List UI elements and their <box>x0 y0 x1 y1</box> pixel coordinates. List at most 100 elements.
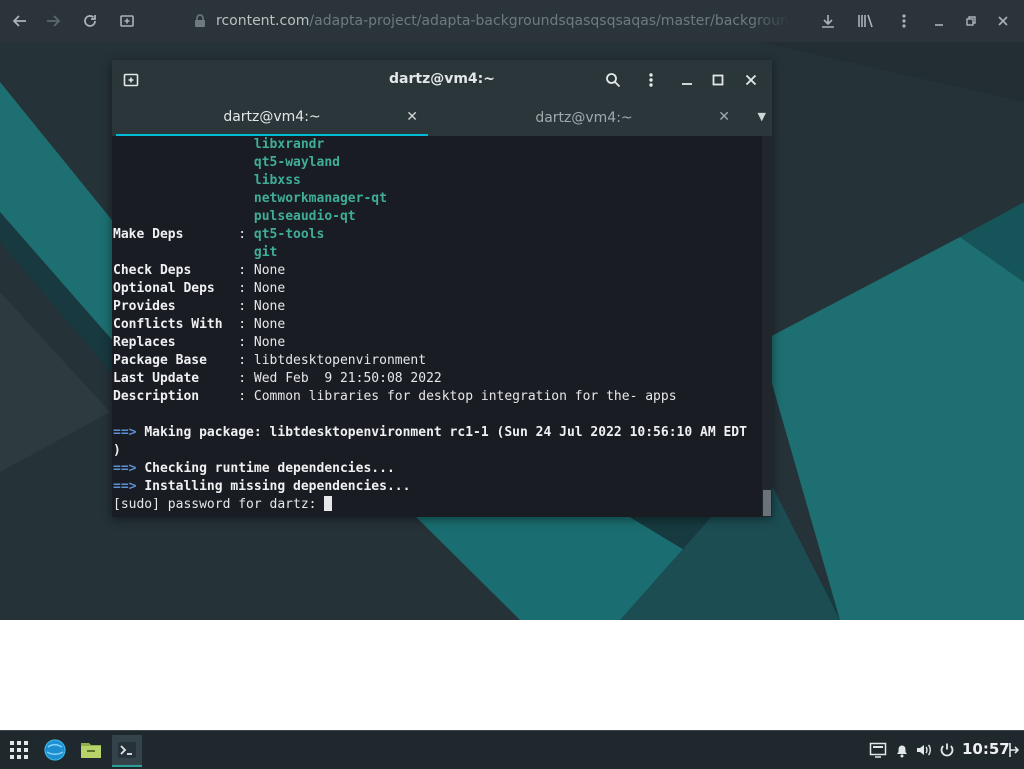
build-message: ==> Making package: libtdesktopenvironme… <box>113 424 747 442</box>
info-line: git <box>113 244 747 262</box>
reload-icon[interactable] <box>77 8 103 34</box>
info-line: Optional Deps : None <box>113 280 747 298</box>
lock-icon <box>192 8 208 34</box>
info-key <box>113 209 238 224</box>
url-bar[interactable]: rcontent.com/adapta-project/adapta-backg… <box>216 8 790 34</box>
library-icon[interactable] <box>853 8 879 34</box>
tab-list-dropdown-icon[interactable]: ▼ <box>758 110 766 123</box>
info-separator: : <box>238 281 254 296</box>
info-line: networkmanager-qt <box>113 190 747 208</box>
info-line: Package Base : libtdesktopenvironment <box>113 352 747 370</box>
info-separator <box>238 173 254 188</box>
build-message: ==> Checking runtime dependencies... <box>113 460 747 478</box>
info-value: None <box>253 317 286 332</box>
info-separator <box>238 209 254 224</box>
info-value: libxrandr <box>253 137 325 152</box>
back-arrow-icon[interactable] <box>7 8 33 34</box>
message-text: ) <box>113 443 121 458</box>
message-arrow: ==> <box>113 479 137 494</box>
info-separator: : <box>238 335 254 350</box>
info-value: None <box>253 281 286 296</box>
message-arrow: ==> <box>113 425 137 440</box>
build-message: ) <box>113 442 747 460</box>
tab-1-label: dartz@vm4:~ <box>223 109 321 125</box>
file-manager-launcher[interactable] <box>76 735 106 765</box>
info-key <box>113 155 238 170</box>
browser-launcher[interactable] <box>40 735 70 765</box>
info-key: Last Update <box>113 371 239 386</box>
terminal-output[interactable]: libxrandr qt5-wayland libxss networkmana… <box>112 136 762 517</box>
search-button[interactable] <box>600 68 626 92</box>
show-desktop-icon[interactable] <box>1006 739 1022 761</box>
info-value: Wed Feb 9 21:50:08 2022 <box>253 371 442 386</box>
info-value: qt5-wayland <box>253 155 340 170</box>
info-line: Conflicts With : None <box>113 316 747 334</box>
info-line: Check Deps : None <box>113 262 747 280</box>
info-value: pulseaudio-qt <box>253 209 356 224</box>
close-button[interactable] <box>738 68 764 92</box>
info-line: Last Update : Wed Feb 9 21:50:08 2022 <box>113 370 747 388</box>
blank-area <box>0 620 1024 730</box>
info-key: Description <box>113 389 239 404</box>
info-line: libxss <box>113 172 747 190</box>
info-separator <box>238 245 254 260</box>
tab-bar: dartz@vm4:~ ✕ dartz@vm4:~ ✕ ▼ <box>112 100 772 136</box>
close-icon[interactable] <box>990 8 1016 34</box>
download-icon[interactable] <box>815 8 841 34</box>
tab-2-close-icon[interactable]: ✕ <box>718 109 730 125</box>
menu-kebab-icon[interactable] <box>891 8 917 34</box>
maximize-button[interactable] <box>705 68 731 92</box>
info-separator <box>238 137 254 152</box>
notifications-icon[interactable] <box>893 739 911 761</box>
folder-icon <box>81 743 101 758</box>
menu-button[interactable] <box>638 68 664 92</box>
info-key: Provides <box>113 299 239 314</box>
info-key: Check Deps <box>113 263 239 278</box>
tab-2-label: dartz@vm4:~ <box>535 110 633 126</box>
tab-1-close-icon[interactable]: ✕ <box>406 109 418 125</box>
info-line: Make Deps : qt5-tools <box>113 226 747 244</box>
info-value: networkmanager-qt <box>253 191 387 206</box>
minimize-icon[interactable] <box>926 8 952 34</box>
taskbar-clock[interactable]: 10:57 <box>962 740 1010 758</box>
taskbar: 10:57 <box>0 730 1024 769</box>
terminal-icon <box>118 742 136 758</box>
app-grid-icon <box>10 741 28 759</box>
info-separator: : <box>238 317 254 332</box>
info-value: qt5-tools <box>253 227 325 242</box>
text-cursor <box>324 496 333 511</box>
info-line: Provides : None <box>113 298 747 316</box>
new-tab-icon[interactable] <box>114 8 140 34</box>
scrollbar-thumb[interactable] <box>763 490 771 516</box>
power-icon[interactable] <box>938 739 956 761</box>
info-value: libxss <box>253 173 301 188</box>
terminal-lines: libxrandr qt5-wayland libxss networkmana… <box>113 136 747 514</box>
volume-icon[interactable] <box>914 739 934 761</box>
network-icon[interactable] <box>868 739 888 761</box>
forward-arrow-icon[interactable] <box>40 8 66 34</box>
info-key <box>113 173 238 188</box>
kebab-icon <box>649 73 653 87</box>
terminal-launcher[interactable] <box>112 735 142 767</box>
info-line: Replaces : None <box>113 334 747 352</box>
message-text: Installing missing dependencies... <box>144 479 411 494</box>
tab-1[interactable]: dartz@vm4:~ ✕ <box>116 100 428 136</box>
restore-icon[interactable] <box>958 8 984 34</box>
tab-2[interactable]: dartz@vm4:~ ✕ <box>428 100 740 136</box>
info-separator: : <box>238 371 254 386</box>
info-value: None <box>253 335 286 350</box>
minimize-button[interactable] <box>674 68 700 92</box>
terminal-titlebar[interactable]: dartz@vm4:~ <box>112 60 772 100</box>
info-value: Common libraries for desktop integration… <box>253 389 677 404</box>
minimize-icon <box>682 83 692 85</box>
info-key <box>113 191 238 206</box>
terminal-window: dartz@vm4:~ dartz@vm4:~ ✕ dartz@vm4:~ ✕ … <box>112 60 772 517</box>
scrollbar[interactable] <box>762 136 772 517</box>
app-launcher-button[interactable] <box>4 735 34 765</box>
info-key <box>113 137 238 152</box>
info-value: git <box>253 245 278 260</box>
info-key: Replaces <box>113 335 239 350</box>
info-line: libxrandr <box>113 136 747 154</box>
search-icon <box>606 73 621 88</box>
browser-globe-icon <box>44 739 66 761</box>
